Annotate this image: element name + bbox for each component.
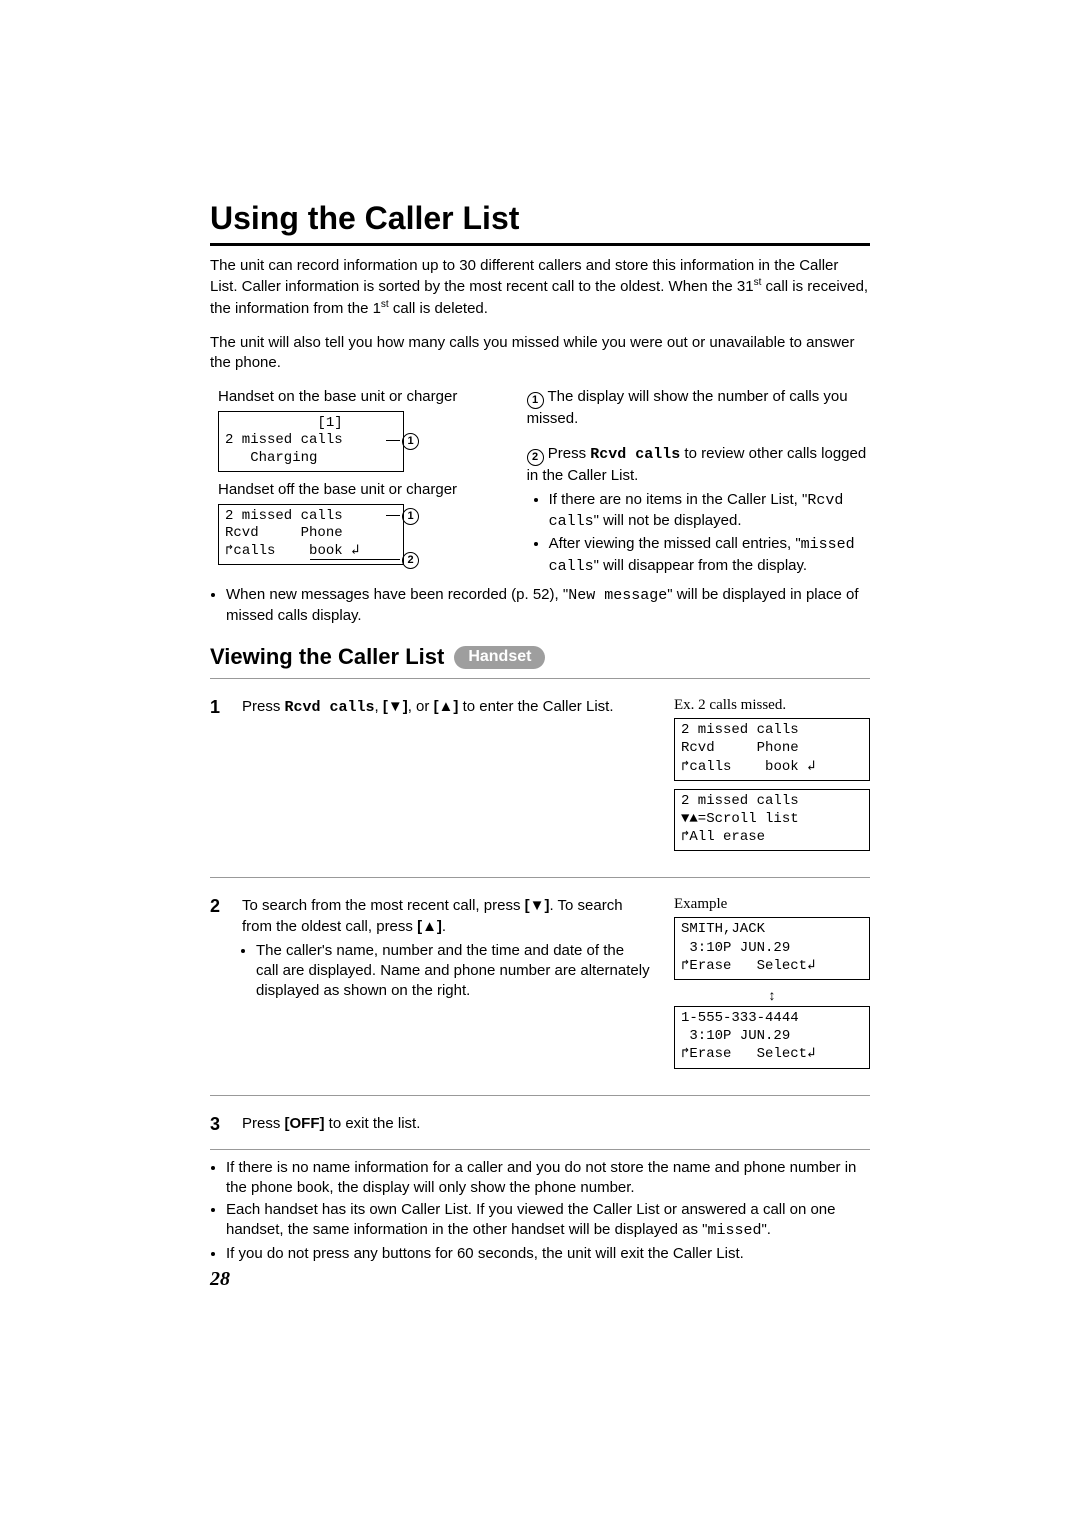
page-title: Using the Caller List <box>210 200 870 237</box>
step-1-side-title: Ex. 2 calls missed. <box>674 697 870 714</box>
intro1-a: The unit can record information up to 30… <box>210 257 838 295</box>
step-1-lcd-2: 2 missed calls ▼▲=Scroll list ↱All erase <box>674 789 870 852</box>
note-1: If there is no name information for a ca… <box>226 1158 870 1199</box>
mid-note-list: When new messages have been recorded (p.… <box>226 585 870 627</box>
step-2-row: 2 To search from the most recent call, p… <box>210 886 870 1086</box>
diagram-left-col: Handset on the base unit or charger [1] … <box>210 387 503 579</box>
lead-line-1a <box>386 440 400 441</box>
lcd-off-base: 2 missed calls Rcvd Phone ↱calls book ↲ <box>218 504 404 566</box>
step-2-body: To search from the most recent call, pre… <box>242 896 650 1076</box>
up-key-icon: [▲] <box>434 698 459 715</box>
s3-b: to exit the list. <box>325 1115 421 1132</box>
step-3-body: Press [OFF] to exit the list. <box>242 1114 870 1135</box>
rule-step-2-3 <box>210 1095 870 1096</box>
s2-c: . <box>442 918 446 935</box>
s1-cmd: Rcvd calls <box>285 699 375 716</box>
n2-cmd: missed <box>707 1222 761 1239</box>
off-key: [OFF] <box>285 1115 325 1132</box>
step-2-num: 2 <box>210 896 228 1076</box>
step-3-num: 3 <box>210 1114 228 1135</box>
s1-c: , or <box>408 698 434 715</box>
callout-1-on: 1 <box>402 433 419 450</box>
s3-a: Press <box>242 1115 285 1132</box>
diagram-right-col: 1 The display will show the number of ca… <box>527 387 870 579</box>
n2-b: ". <box>761 1221 771 1238</box>
rule-above-steps <box>210 678 870 679</box>
steps-table: 1 Press Rcvd calls, [▼], or [▲] to enter… <box>210 687 870 1149</box>
s1-d: to enter the Caller List. <box>458 698 613 715</box>
s1-b: , <box>375 698 383 715</box>
down-key-icon-2: [▼] <box>525 897 550 914</box>
lcd-on-wrapper: [1] 2 missed calls Charging 1 <box>210 411 503 473</box>
c2-bullet-1: If there are no items in the Caller List… <box>549 490 870 533</box>
section-heading: Viewing the Caller List Handset <box>210 644 870 670</box>
callout-2: 2 <box>402 552 419 569</box>
step-2-lcd-1: SMITH,JACK 3:10P JUN.29 ↱Erase Select↲ <box>674 917 870 980</box>
c2-bullet-2: After viewing the missed call entries, "… <box>549 534 870 577</box>
up-key-icon-2: [▲] <box>417 918 442 935</box>
callout-1-text: 1 The display will show the number of ca… <box>527 387 870 429</box>
bottom-notes: If there is no name information for a ca… <box>226 1158 870 1264</box>
rule-below-steps <box>210 1149 870 1150</box>
lcd-off-wrapper: 2 missed calls Rcvd Phone ↱calls book ↲ … <box>210 504 503 566</box>
step-1-row: 1 Press Rcvd calls, [▼], or [▲] to enter… <box>210 687 870 869</box>
step-2-side-title: Example <box>674 896 870 913</box>
callout-1-icon: 1 <box>527 392 544 409</box>
b1-b: " will not be displayed. <box>594 512 742 529</box>
s1-a: Press <box>242 698 285 715</box>
callout-2-text: 2 Press Rcvd calls to review other calls… <box>527 444 870 486</box>
mid-a: When new messages have been recorded (p.… <box>226 586 568 603</box>
intro-paragraph-2: The unit will also tell you how many cal… <box>210 333 870 374</box>
b1-a: If there are no items in the Caller List… <box>549 491 808 508</box>
b2-b: " will disappear from the display. <box>594 557 807 574</box>
lead-line-2 <box>310 559 400 560</box>
label-off-base: Handset off the base unit or charger <box>218 480 503 500</box>
intro-paragraph-1: The unit can record information up to 30… <box>210 256 870 319</box>
diagram-columns: Handset on the base unit or charger [1] … <box>210 387 870 579</box>
intro1-c: call is deleted. <box>389 300 488 317</box>
callout-2-sublist: If there are no items in the Caller List… <box>549 490 870 577</box>
mid-note: When new messages have been recorded (p.… <box>226 585 870 627</box>
step-2-sublist: The caller's name, number and the time a… <box>256 941 650 1002</box>
h2-text: Viewing the Caller List <box>210 644 444 670</box>
step-1-lcd-1: 2 missed calls Rcvd Phone ↱calls book ↲ <box>674 718 870 781</box>
sup-1st: st <box>381 299 389 310</box>
step-3-row: 3 Press [OFF] to exit the list. <box>210 1104 870 1141</box>
step-2-bullet: The caller's name, number and the time a… <box>256 941 650 1002</box>
lead-line-1b <box>386 515 400 516</box>
step-2-side: Example SMITH,JACK 3:10P JUN.29 ↱Erase S… <box>674 896 870 1076</box>
s2-a: To search from the most recent call, pre… <box>242 897 525 914</box>
callout-2-icon: 2 <box>527 449 544 466</box>
c2-cmd: Rcvd calls <box>590 446 680 463</box>
lcd-on-base: [1] 2 missed calls Charging <box>218 411 404 473</box>
down-key-icon: [▼] <box>383 698 408 715</box>
c1-text: The display will show the number of call… <box>527 388 848 427</box>
note-2: Each handset has its own Caller List. If… <box>226 1200 870 1242</box>
callout-1-off: 1 <box>402 508 419 525</box>
b2-a: After viewing the missed call entries, " <box>549 535 801 552</box>
title-rule <box>210 243 870 246</box>
mid-cmd: New message <box>568 587 667 604</box>
step-1-num: 1 <box>210 697 228 859</box>
step-2-lcd-2: 1-555-333-4444 3:10P JUN.29 ↱Erase Selec… <box>674 1006 870 1069</box>
label-on-base: Handset on the base unit or charger <box>218 387 503 407</box>
double-arrow-icon: ↕ <box>674 988 870 1002</box>
note-3: If you do not press any buttons for 60 s… <box>226 1244 870 1264</box>
step-1-body: Press Rcvd calls, [▼], or [▲] to enter t… <box>242 697 650 859</box>
rule-step-1-2 <box>210 877 870 878</box>
page-number: 28 <box>210 1268 870 1291</box>
c2-a: Press <box>544 445 591 462</box>
step-1-side: Ex. 2 calls missed. 2 missed calls Rcvd … <box>674 697 870 859</box>
handset-pill: Handset <box>454 646 545 669</box>
